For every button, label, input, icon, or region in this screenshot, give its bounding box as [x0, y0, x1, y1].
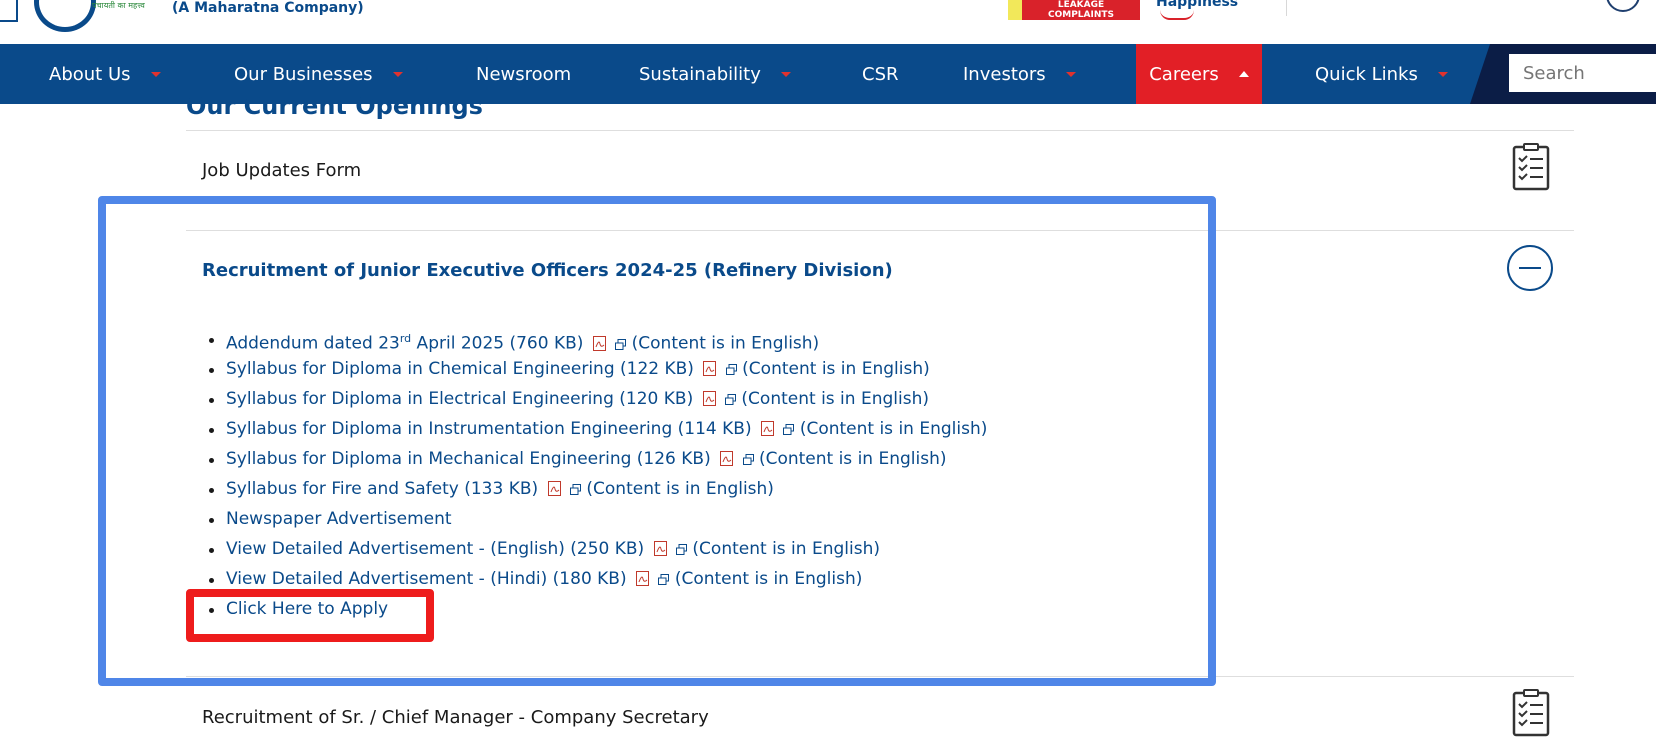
checklist-icon[interactable]	[1512, 689, 1550, 737]
nav-label: Investors	[963, 63, 1046, 85]
checklist-icon[interactable]	[1512, 143, 1550, 191]
chevron-down-icon	[392, 71, 403, 77]
nav-about-us[interactable]: About Us	[49, 44, 161, 104]
nav-label: Careers	[1149, 63, 1219, 85]
nav-investors[interactable]: Investors	[963, 44, 1076, 104]
nav-label: About Us	[49, 63, 131, 85]
chevron-down-icon	[150, 71, 161, 77]
header-divider	[1286, 0, 1287, 16]
chevron-down-icon	[780, 71, 791, 77]
nav-careers[interactable]: Careers	[1136, 44, 1262, 104]
nav-sustainability[interactable]: Sustainability	[639, 44, 791, 104]
chevron-down-icon	[1065, 71, 1076, 77]
highlight-box-apply	[186, 589, 434, 642]
accessibility-icon[interactable]	[1606, 0, 1640, 12]
nav-label: CSR	[862, 63, 899, 85]
nav-label: Our Businesses	[234, 63, 373, 85]
logo-frame	[0, 0, 18, 22]
section-title: Our Current Openings	[186, 92, 483, 120]
hindi-tagline: पंचायती का महत्त्व	[92, 1, 145, 10]
happiness-smile-icon	[1160, 10, 1194, 20]
nav-label: Newsroom	[476, 63, 572, 85]
nav-csr[interactable]: CSR	[862, 44, 899, 104]
chevron-down-icon	[1437, 71, 1448, 77]
chevron-up-icon	[1238, 71, 1249, 77]
leakage-complaints-badge[interactable]: LEAKAGE COMPLAINTS	[1008, 0, 1140, 20]
nav-newsroom[interactable]: Newsroom	[476, 44, 571, 104]
company-logo-icon[interactable]	[34, 0, 96, 32]
top-header: पंचायती का महत्त्व (A Maharatna Company)…	[0, 0, 1656, 44]
row-divider	[186, 130, 1574, 131]
badge-line-1: LEAKAGE	[1057, 0, 1105, 10]
nav-label: Quick Links	[1315, 63, 1418, 85]
accordion-company-secretary[interactable]: Recruitment of Sr. / Chief Manager - Com…	[202, 707, 709, 728]
collapse-icon[interactable]	[1507, 245, 1553, 291]
search-input[interactable]	[1509, 54, 1656, 92]
happiness-logo[interactable]: Happiness	[1156, 0, 1238, 10]
nav-quick-links[interactable]: Quick Links	[1315, 44, 1448, 104]
accordion-job-updates-form[interactable]: Job Updates Form	[202, 160, 361, 181]
badge-line-2: COMPLAINTS	[1047, 10, 1114, 20]
nav-label: Sustainability	[639, 63, 761, 85]
company-tagline: (A Maharatna Company)	[172, 0, 364, 16]
